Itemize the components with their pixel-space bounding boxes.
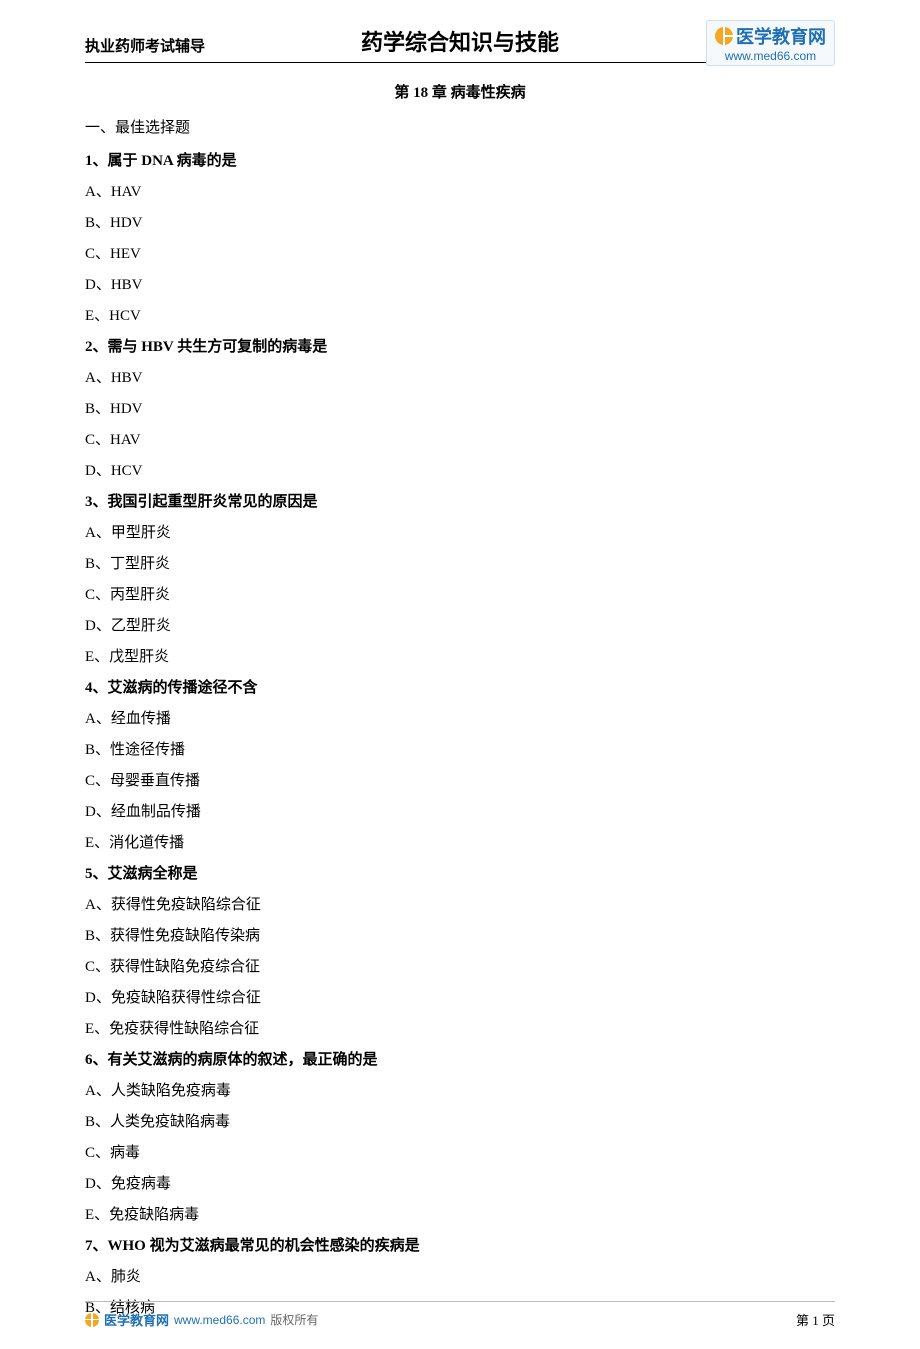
page-footer: 医学教育网 www.med66.com 版权所有 第 1 页 xyxy=(85,1301,835,1329)
question-text: 2、需与 HBV 共生方可复制的病毒是 xyxy=(85,337,835,358)
question-text: 7、WHO 视为艾滋病最常见的机会性感染的疾病是 xyxy=(85,1236,835,1257)
question-text: 1、属于 DNA 病毒的是 xyxy=(85,151,835,172)
question-text: 5、艾滋病全称是 xyxy=(85,864,835,885)
option: E、戊型肝炎 xyxy=(85,647,835,668)
option: E、免疫获得性缺陷综合征 xyxy=(85,1019,835,1040)
question-block: 5、艾滋病全称是 A、获得性免疫缺陷综合征 B、获得性免疫缺陷传染病 C、获得性… xyxy=(85,864,835,1040)
question-block: 6、有关艾滋病的病原体的叙述，最正确的是 A、人类缺陷免疫病毒 B、人类免疫缺陷… xyxy=(85,1050,835,1226)
option: C、母婴垂直传播 xyxy=(85,771,835,792)
page-header: 执业药师考试辅导 药学综合知识与技能 医学教育网 www.med66.com xyxy=(85,25,835,63)
option: D、HBV xyxy=(85,275,835,296)
question-text: 3、我国引起重型肝炎常见的原因是 xyxy=(85,492,835,513)
option: A、肺炎 xyxy=(85,1267,835,1288)
footer-brand: 医学教育网 xyxy=(104,1310,169,1329)
option: C、病毒 xyxy=(85,1143,835,1164)
footer-copyright: 版权所有 xyxy=(270,1311,318,1328)
question-block: 4、艾滋病的传播途径不含 A、经血传播 B、性途径传播 C、母婴垂直传播 D、经… xyxy=(85,678,835,854)
footer-left: 医学教育网 www.med66.com 版权所有 xyxy=(85,1310,318,1329)
option: C、HAV xyxy=(85,430,835,451)
logo-icon xyxy=(715,27,733,45)
option: E、HCV xyxy=(85,306,835,327)
logo-line1: 医学教育网 xyxy=(715,23,826,49)
option: A、HAV xyxy=(85,182,835,203)
option: D、乙型肝炎 xyxy=(85,616,835,637)
option: D、经血制品传播 xyxy=(85,802,835,823)
option: D、免疫缺陷获得性综合征 xyxy=(85,988,835,1009)
option: C、丙型肝炎 xyxy=(85,585,835,606)
option: A、HBV xyxy=(85,368,835,389)
option: C、获得性缺陷免疫综合征 xyxy=(85,957,835,978)
logo-url: www.med66.com xyxy=(715,49,826,63)
question-text: 4、艾滋病的传播途径不含 xyxy=(85,678,835,699)
option: B、人类免疫缺陷病毒 xyxy=(85,1112,835,1133)
option: C、HEV xyxy=(85,244,835,265)
chapter-title: 第 18 章 病毒性疾病 xyxy=(85,81,835,102)
option: E、消化道传播 xyxy=(85,833,835,854)
option: E、免疫缺陷病毒 xyxy=(85,1205,835,1226)
document-page: 执业药师考试辅导 药学综合知识与技能 医学教育网 www.med66.com 第… xyxy=(0,0,920,1349)
footer-url: www.med66.com xyxy=(174,1313,265,1327)
option: A、获得性免疫缺陷综合征 xyxy=(85,895,835,916)
option: B、HDV xyxy=(85,399,835,420)
logo-text: 医学教育网 xyxy=(736,23,826,49)
option: D、免疫病毒 xyxy=(85,1174,835,1195)
question-block: 2、需与 HBV 共生方可复制的病毒是 A、HBV B、HDV C、HAV D、… xyxy=(85,337,835,482)
section-title: 一、最佳选择题 xyxy=(85,118,835,139)
option: A、经血传播 xyxy=(85,709,835,730)
option: D、HCV xyxy=(85,461,835,482)
content-body: 一、最佳选择题 1、属于 DNA 病毒的是 A、HAV B、HDV C、HEV … xyxy=(85,118,835,1319)
logo-container: 医学教育网 www.med66.com xyxy=(706,20,835,66)
option: B、性途径传播 xyxy=(85,740,835,761)
option: A、甲型肝炎 xyxy=(85,523,835,544)
option: B、HDV xyxy=(85,213,835,234)
header-left-text: 执业药师考试辅导 xyxy=(85,35,205,56)
footer-logo-icon xyxy=(85,1313,99,1327)
footer-page-number: 第 1 页 xyxy=(796,1310,835,1329)
header-logo-box: 医学教育网 www.med66.com xyxy=(706,20,835,66)
question-block: 1、属于 DNA 病毒的是 A、HAV B、HDV C、HEV D、HBV E、… xyxy=(85,151,835,327)
question-text: 6、有关艾滋病的病原体的叙述，最正确的是 xyxy=(85,1050,835,1071)
option: B、丁型肝炎 xyxy=(85,554,835,575)
option: A、人类缺陷免疫病毒 xyxy=(85,1081,835,1102)
question-block: 3、我国引起重型肝炎常见的原因是 A、甲型肝炎 B、丁型肝炎 C、丙型肝炎 D、… xyxy=(85,492,835,668)
option: B、获得性免疫缺陷传染病 xyxy=(85,926,835,947)
